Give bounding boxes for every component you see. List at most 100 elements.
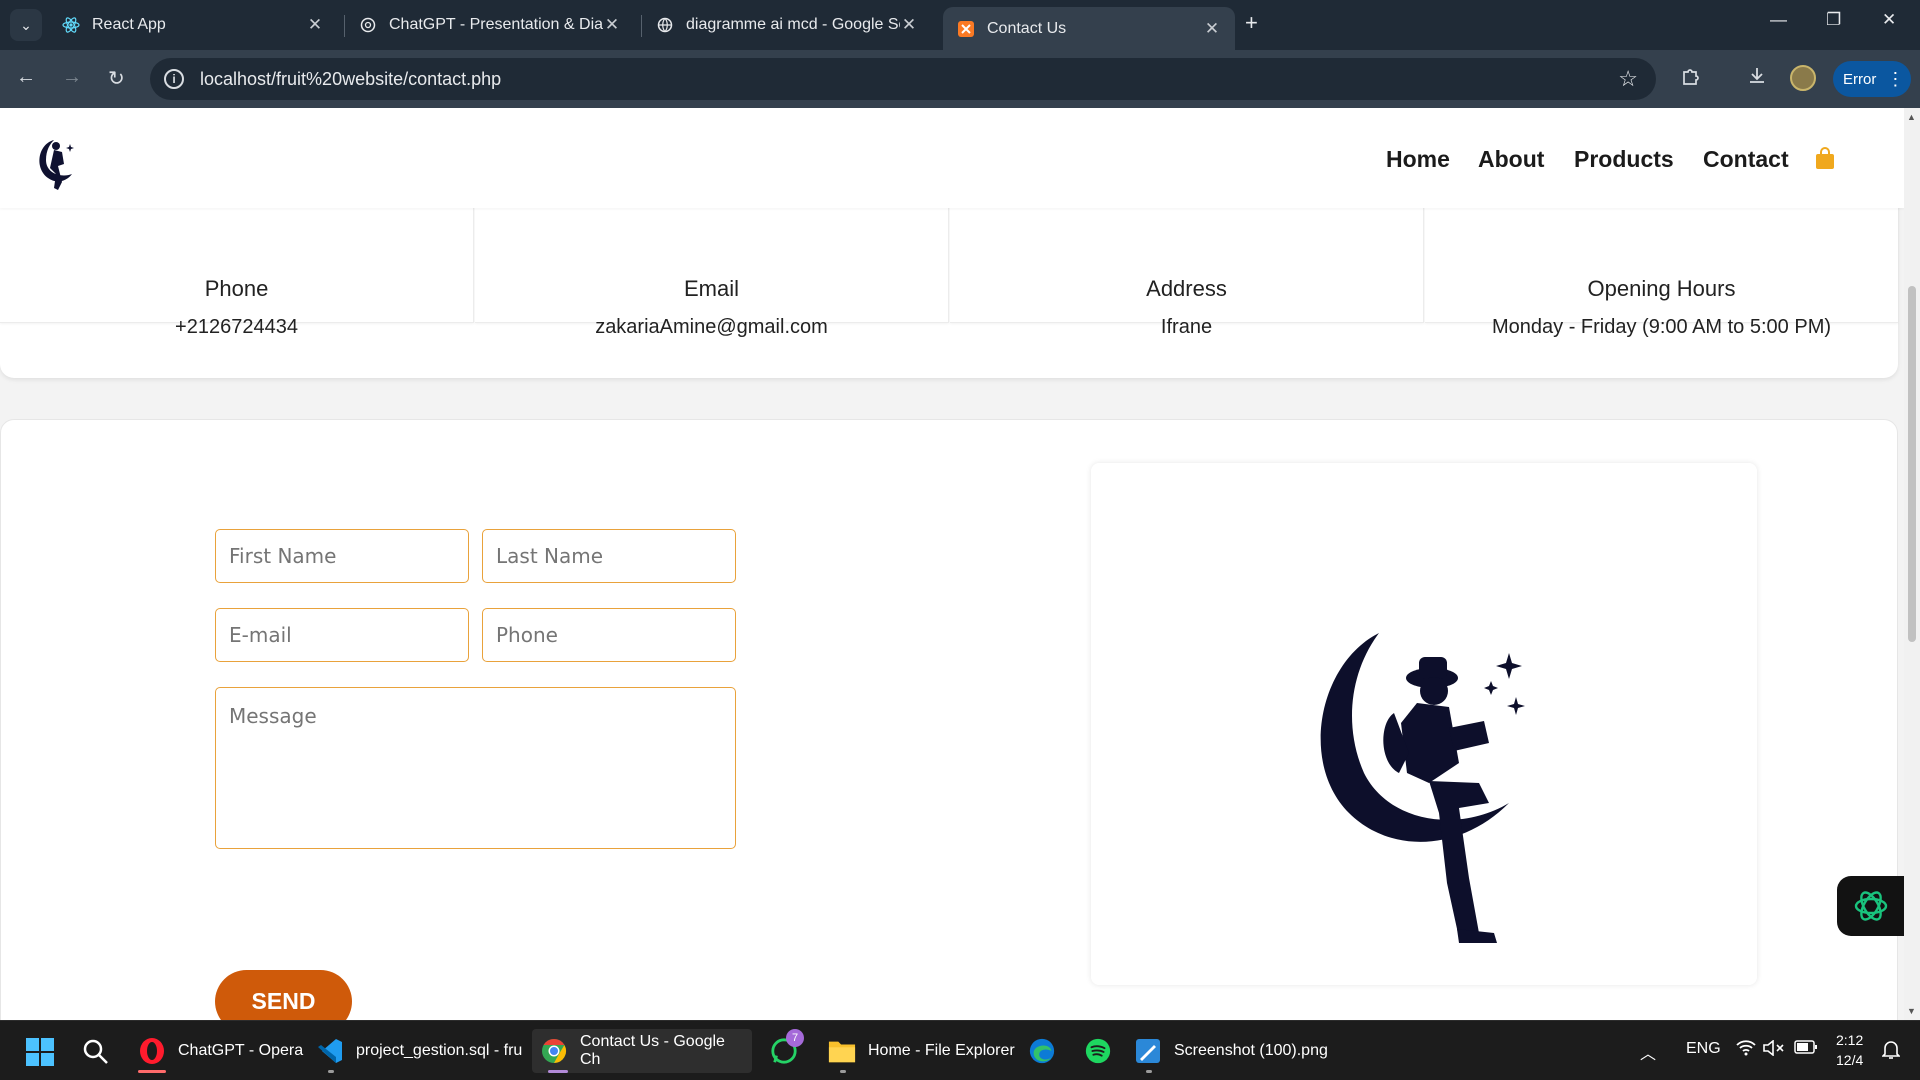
taskbar-app-label: Home - File Explorer <box>868 1042 1015 1059</box>
edge-icon <box>1028 1037 1056 1065</box>
windows-start-icon[interactable] <box>26 1038 54 1071</box>
minimize-icon[interactable]: — <box>1770 10 1787 30</box>
vscode-icon <box>316 1037 344 1065</box>
moon-reader-illustration <box>1320 633 1525 943</box>
search-icon[interactable] <box>82 1038 110 1071</box>
tab-react-app[interactable]: React App ✕ <box>48 7 338 43</box>
taskbar-app-photos[interactable]: Screenshot (100).png <box>1126 1029 1336 1073</box>
windows-taskbar: ChatGPT - Opera project_gestion.sql - fr… <box>0 1020 1920 1080</box>
illustration-card <box>1091 463 1757 985</box>
message-textarea[interactable]: Message <box>215 687 736 849</box>
address-bar[interactable]: i localhost/fruit%20website/contact.php … <box>150 58 1656 100</box>
phone-input[interactable]: Phone <box>482 608 736 662</box>
close-tab-icon[interactable]: ✕ <box>900 15 918 35</box>
first-name-input[interactable]: First Name <box>215 529 469 583</box>
clock-date: 12/4 <box>1836 1052 1864 1068</box>
info-value: +2126724434 <box>175 316 298 338</box>
tab-title: React App <box>92 16 166 33</box>
info-label: Address <box>1146 276 1227 301</box>
taskbar-app-label: project_gestion.sql - fru <box>356 1042 523 1059</box>
site-logo[interactable] <box>32 134 78 192</box>
tab-google-search[interactable]: diagramme ai mcd - Google Se ✕ <box>642 7 932 43</box>
wifi-icon[interactable] <box>1736 1040 1756 1061</box>
site-info-icon[interactable]: i <box>164 69 184 89</box>
volume-muted-icon[interactable] <box>1763 1039 1785 1061</box>
taskbar-app-spotify[interactable] <box>1076 1029 1132 1073</box>
photos-icon <box>1134 1037 1162 1065</box>
page-scrollbar[interactable]: ▲ ▼ <box>1904 108 1920 1020</box>
nav-contact[interactable]: Contact <box>1703 146 1789 173</box>
taskbar-app-label: Screenshot (100).png <box>1174 1042 1328 1059</box>
error-label: Error <box>1843 70 1877 88</box>
scroll-down-icon[interactable]: ▼ <box>1907 1006 1916 1016</box>
info-label: Email <box>683 276 739 301</box>
info-label: Opening Hours <box>1587 276 1736 301</box>
info-value: Monday - Friday (9:00 AM to 5:00 PM) <box>1491 316 1832 338</box>
opera-icon <box>138 1037 166 1065</box>
chatgpt-widget-button[interactable] <box>1837 876 1904 936</box>
last-name-input[interactable]: Last Name <box>482 529 736 583</box>
nav-products[interactable]: Products <box>1574 146 1674 173</box>
restore-icon[interactable]: ❐ <box>1826 10 1841 30</box>
profile-error-button[interactable]: Error ⋮ <box>1833 61 1911 97</box>
scroll-up-icon[interactable]: ▲ <box>1907 112 1916 122</box>
xampp-icon <box>957 20 975 38</box>
taskbar-app-label: ChatGPT - Opera <box>178 1042 304 1059</box>
contact-form-panel: First Name Last Name E-mail Phone Messag… <box>0 419 1898 1020</box>
taskbar-app-label: Contact Us - Google Ch <box>580 1033 725 1068</box>
profile-avatar[interactable] <box>1790 65 1816 91</box>
back-icon[interactable]: ← <box>16 66 36 89</box>
spotify-icon <box>1084 1037 1112 1065</box>
close-tab-icon[interactable]: ✕ <box>306 15 324 35</box>
running-indicator <box>840 1070 846 1073</box>
taskbar-app-vscode[interactable]: project_gestion.sql - fru <box>308 1029 530 1073</box>
page-viewport: Phone +2126724434 Email zakariaAmine@gma… <box>0 108 1904 1020</box>
language-indicator[interactable]: ENG <box>1686 1040 1721 1058</box>
tab-title: ChatGPT - Presentation & Diagr <box>389 16 603 33</box>
scrollbar-thumb[interactable] <box>1908 286 1916 642</box>
extensions-icon[interactable] <box>1680 65 1702 93</box>
download-icon[interactable] <box>1746 65 1768 93</box>
globe-icon <box>656 16 674 34</box>
chevron-down-icon: ⌄ <box>20 16 32 33</box>
close-window-icon[interactable]: ✕ <box>1882 10 1896 30</box>
url-text[interactable]: localhost/fruit%20website/contact.php <box>200 69 501 90</box>
nav-about[interactable]: About <box>1478 146 1544 173</box>
taskbar-app-file-explorer[interactable]: Home - File Explorer <box>820 1029 1023 1073</box>
email-input[interactable]: E-mail <box>215 608 469 662</box>
folder-icon <box>828 1037 856 1065</box>
chrome-icon <box>540 1037 568 1065</box>
new-tab-icon[interactable]: + <box>1245 10 1258 36</box>
taskbar-app-opera[interactable]: ChatGPT - Opera <box>130 1029 311 1073</box>
notification-badge: 7 <box>786 1029 804 1047</box>
react-icon <box>62 16 80 34</box>
reload-icon[interactable]: ↻ <box>108 66 125 91</box>
running-indicator <box>328 1070 334 1073</box>
tab-search-button[interactable]: ⌄ <box>10 9 42 41</box>
notification-bell-icon[interactable] <box>1881 1040 1901 1065</box>
close-tab-icon[interactable]: ✕ <box>603 15 621 35</box>
forward-icon[interactable]: → <box>62 66 82 89</box>
taskbar-app-whatsapp[interactable]: 7 <box>762 1029 818 1073</box>
browser-titlebar: ⌄ React App ✕ ChatGPT - Presentation & D… <box>0 0 1920 50</box>
tab-chatgpt[interactable]: ChatGPT - Presentation & Diagr ✕ <box>345 7 635 43</box>
close-tab-icon[interactable]: ✕ <box>1203 19 1221 39</box>
more-menu-icon: ⋮ <box>1886 68 1905 89</box>
site-header: Home About Products Contact <box>0 108 1904 208</box>
nav-home[interactable]: Home <box>1386 146 1450 173</box>
taskbar-app-edge[interactable] <box>1020 1029 1076 1073</box>
bookmark-star-icon[interactable]: ☆ <box>1618 66 1638 92</box>
clock-time: 2:12 <box>1836 1032 1864 1048</box>
chatgpt-icon <box>1854 891 1887 921</box>
system-clock[interactable]: 2:12 12/4 <box>1836 1030 1863 1070</box>
battery-icon[interactable] <box>1794 1040 1818 1059</box>
tab-title: diagramme ai mcd - Google Se <box>686 16 900 33</box>
info-value: Ifrane <box>1160 316 1213 338</box>
taskbar-app-chrome[interactable]: Contact Us - Google Ch <box>532 1029 752 1073</box>
chatgpt-icon <box>359 16 377 34</box>
info-value: zakariaAmine@gmail.com <box>595 316 828 338</box>
send-button[interactable]: SEND <box>215 970 352 1020</box>
tray-overflow-icon[interactable]: ︿ <box>1640 1040 1656 1064</box>
tab-contact-us[interactable]: Contact Us ✕ <box>943 7 1235 50</box>
shopping-bag-icon[interactable] <box>1814 146 1836 169</box>
